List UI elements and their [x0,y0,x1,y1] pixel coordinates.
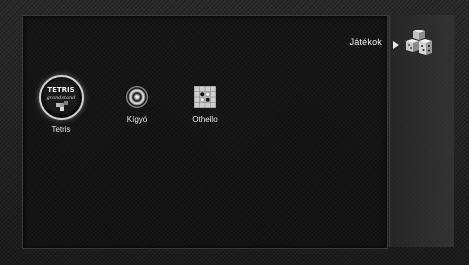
game-label-othello: Othello [192,115,218,124]
svg-text:grandstand: grandstand [47,95,76,101]
tetris-icon: TETRIS grandstand [38,75,84,120]
game-item-tetris[interactable]: TETRIS grandstand Tetris [31,75,91,134]
games-cube-icon[interactable] [405,30,433,56]
game-label-tetris: Tetris [51,125,71,134]
snake-spiral-icon [125,85,149,109]
game-label-kigyo: Kígyó [126,115,148,124]
section-pointer-icon [393,41,399,49]
game-item-kigyo[interactable]: Kígyó [107,85,167,124]
game-item-othello[interactable]: Othello [175,85,235,124]
section-title: Játékok [349,37,382,47]
svg-text:TETRIS: TETRIS [47,86,74,94]
othello-board-icon [193,85,217,109]
